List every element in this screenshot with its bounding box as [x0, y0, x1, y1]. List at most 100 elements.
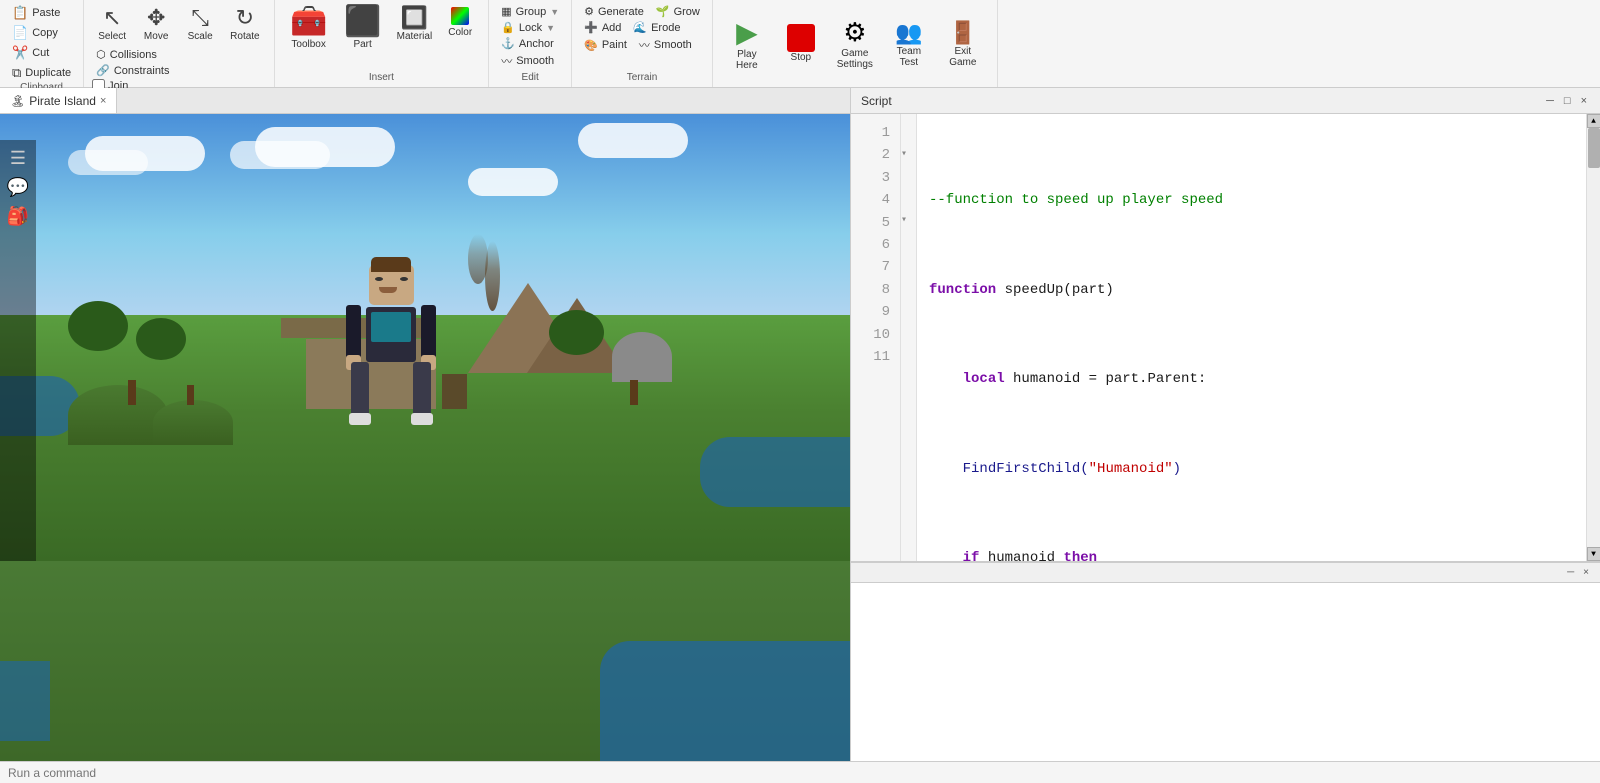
line-num-4: 4 [851, 189, 900, 211]
cloud-4 [230, 141, 330, 169]
part-button[interactable]: ⬛ Part [337, 4, 389, 53]
scroll-thumb[interactable] [1588, 128, 1600, 168]
script-close-button[interactable]: × [1578, 95, 1590, 107]
edit-label: Edit [522, 72, 539, 85]
constraints-label: Constraints [114, 65, 170, 77]
add-terrain-button[interactable]: ➕ Add [580, 20, 625, 35]
anchor-label: Anchor [519, 38, 554, 50]
collapse-5[interactable]: ▾ [901, 210, 916, 232]
char-right-leg [413, 362, 431, 417]
anchor-button[interactable]: ⚓ Anchor [497, 36, 563, 51]
code-method-findfirst: FindFirstChild( [963, 458, 1089, 480]
stop-button[interactable]: Stop [775, 8, 827, 80]
scale-button[interactable]: ⤡ Scale [180, 4, 220, 45]
line-num-1: 1 [851, 122, 900, 144]
side-icons-panel: ☰ 💬 🎒 [0, 140, 36, 561]
paint-terrain-button[interactable]: 🎨 Paint [580, 36, 631, 54]
group-icon: ▦ [501, 5, 511, 18]
duplicate-icon: ⧉ [12, 65, 21, 81]
toolbox-button[interactable]: 🧰 Toolbox [283, 4, 335, 53]
tree-2-trunk [187, 385, 194, 405]
rotate-button[interactable]: ↻ Rotate [224, 4, 265, 45]
collapse-2[interactable]: ▾ [901, 144, 916, 166]
lock-button[interactable]: 🔒 Lock ▼ [497, 20, 563, 35]
toolbox-icon: 🧰 [290, 7, 327, 37]
color-button[interactable]: Color [440, 4, 480, 41]
line-num-9: 9 [851, 301, 900, 323]
code-line-4: FindFirstChild( "Humanoid" ) [929, 458, 1574, 480]
toolbox-label: Toolbox [291, 39, 325, 50]
chat-icon[interactable]: 💬 [7, 177, 29, 198]
tree-1-top [68, 301, 128, 351]
scroll-track[interactable] [1587, 128, 1600, 547]
terrain-group: ⚙ Generate 🌱 Grow ➕ Add 🌊 Erod [580, 2, 704, 72]
code-comment-1: --function to speed up player speed [929, 189, 1223, 211]
exit-game-icon: 🚪 [949, 20, 976, 46]
menu-icon[interactable]: ☰ [10, 148, 26, 169]
scale-icon: ⤡ [191, 7, 209, 29]
collisions-button[interactable]: ⬡ Collisions [92, 47, 265, 62]
insert-label: Insert [369, 72, 394, 85]
script-maximize-button[interactable]: □ [1561, 95, 1574, 107]
group-button[interactable]: ▦ Group ▼ [497, 4, 563, 19]
play-here-button[interactable]: ▶ PlayHere [721, 8, 773, 80]
smooth-terrain-button[interactable]: 〰 Smooth [635, 36, 696, 54]
lower-minimize-button[interactable]: ─ [1564, 567, 1577, 578]
generate-icon: ⚙ [584, 5, 594, 18]
erode-label: Erode [651, 22, 680, 34]
add-terrain-label: Add [602, 22, 622, 34]
game-settings-button[interactable]: ⚙ GameSettings [829, 8, 881, 80]
lower-right-content [851, 583, 1600, 761]
collapse-9 [901, 298, 916, 320]
paint-terrain-label: Paint [602, 39, 627, 51]
generate-button[interactable]: ⚙ Generate [580, 4, 648, 19]
scroll-down-button[interactable]: ▼ [1587, 547, 1600, 561]
line-num-10: 10 [851, 324, 900, 346]
duplicate-button[interactable]: ⧉ Duplicate [8, 64, 75, 82]
code-line-5: if humanoid then [929, 547, 1574, 561]
tree-1-trunk [128, 380, 136, 405]
smooth-button[interactable]: 〰 Smooth [497, 52, 563, 70]
line-num-3: 3 [851, 167, 900, 189]
color-icon [451, 7, 469, 25]
script-minimize-button[interactable]: ─ [1543, 95, 1557, 107]
char-right-foot [411, 413, 433, 425]
part-icon: ⬛ [344, 7, 381, 37]
scroll-up-button[interactable]: ▲ [1587, 114, 1600, 128]
command-input[interactable] [8, 766, 1592, 780]
move-button[interactable]: ✥ Move [136, 4, 176, 45]
cut-button[interactable]: ✂️ Cut [8, 44, 75, 62]
code-editor[interactable]: 1 2 3 4 5 6 7 8 9 10 11 ▾ ▾ [851, 114, 1600, 561]
cloud-5 [468, 168, 558, 196]
group-label: Group [516, 6, 547, 18]
move-label: Move [144, 31, 168, 42]
exit-game-button[interactable]: 🚪 ExitGame [937, 8, 989, 80]
collapse-8 [901, 276, 916, 298]
play-here-icon: ▶ [736, 16, 758, 49]
paste-button[interactable]: 📋 Paste [8, 4, 75, 22]
line-num-5: 5 [851, 212, 900, 234]
copy-button[interactable]: 📄 Copy [8, 24, 75, 42]
grow-button[interactable]: 🌱 Grow [652, 4, 704, 19]
erode-button[interactable]: 🌊 Erode [629, 20, 684, 35]
code-content[interactable]: --function to speed up player speed func… [917, 114, 1586, 561]
grow-label: Grow [674, 6, 700, 18]
copy-icon: 📄 [12, 25, 28, 41]
terrain-section: ⚙ Generate 🌱 Grow ➕ Add 🌊 Erod [572, 0, 713, 87]
code-string-humanoid: "Humanoid" [1089, 458, 1173, 480]
tab-title: Pirate Island [29, 94, 96, 108]
inventory-icon[interactable]: 🎒 [7, 206, 29, 227]
lower-close-button[interactable]: × [1580, 567, 1592, 578]
material-button[interactable]: 🔲 Material [391, 4, 439, 45]
constraints-button[interactable]: 🔗 Constraints [92, 63, 265, 78]
tab-close-button[interactable]: × [100, 95, 106, 107]
character [346, 265, 436, 445]
insert-group: 🧰 Toolbox ⬛ Part 🔲 Material Color [283, 2, 481, 72]
grow-icon: 🌱 [656, 5, 670, 18]
select-button[interactable]: ↖ Select [92, 4, 132, 45]
script-scrollbar[interactable]: ▲ ▼ [1586, 114, 1600, 561]
viewport-canvas[interactable]: ☰ 💬 🎒 [0, 114, 850, 561]
pirate-island-tab[interactable]: 🏝 Pirate Island × [0, 88, 117, 113]
paste-icon: 📋 [12, 5, 28, 21]
team-test-button[interactable]: 👥 TeamTest [883, 8, 935, 80]
